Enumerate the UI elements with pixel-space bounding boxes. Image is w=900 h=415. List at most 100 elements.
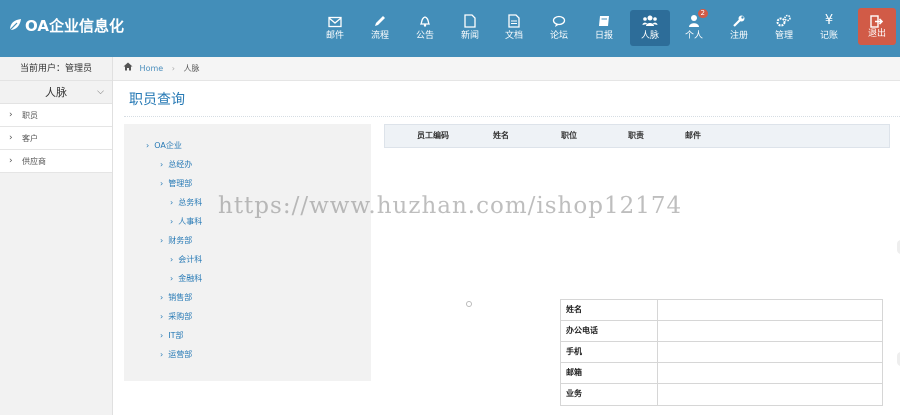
wrench-icon: [719, 10, 759, 30]
chevron-right-icon: ›: [9, 133, 13, 143]
tree-node[interactable]: › OA企业: [146, 140, 182, 151]
nav-admin-label: 管理: [774, 31, 793, 41]
chevron-right-icon: ›: [160, 350, 164, 359]
detail-label: 业务: [561, 384, 658, 405]
brand-title: OA企业信息化: [25, 16, 124, 35]
table-row: 手机: [561, 342, 882, 363]
tree-node[interactable]: › 会计科: [170, 254, 202, 265]
tree-node[interactable]: › 管理部: [160, 178, 192, 189]
tree-node[interactable]: › 总经办: [160, 159, 192, 170]
chevron-right-icon: ›: [160, 293, 164, 302]
brand[interactable]: OA企业信息化: [8, 13, 124, 37]
bell-icon: [405, 10, 445, 30]
detail-label: 办公电话: [561, 321, 658, 341]
nav-register[interactable]: 注册: [719, 10, 759, 46]
breadcrumb: Home › 人脉: [113, 57, 900, 81]
chevron-down-icon: ⌵: [97, 87, 104, 97]
file-icon: [494, 10, 534, 30]
chevron-right-icon: ›: [170, 217, 174, 226]
org-tree: › OA企业 › 总经办 › 管理部 › 总务科 › 人事科 › 财务部 › 会计科 › 金融科…: [124, 124, 371, 381]
book-icon: [584, 10, 624, 30]
nav-personal-label: 个人: [684, 31, 703, 41]
chevron-right-icon: ›: [160, 160, 164, 169]
sidebar-section-contacts[interactable]: 人脉 ⌵: [0, 81, 112, 104]
nav-personal[interactable]: 2 个人: [674, 9, 714, 46]
employee-table-header: 员工编码 姓名 职位 职责 邮件: [384, 124, 890, 148]
tree-node[interactable]: › 人事科: [170, 216, 202, 227]
sidebar-item-staff[interactable]: › 职员: [0, 104, 112, 127]
chevron-right-icon: ›: [170, 255, 174, 264]
tree-node-label: 总务科: [178, 198, 203, 207]
table-row: 姓名: [561, 300, 882, 321]
nav-notice[interactable]: 公告: [405, 10, 445, 46]
detail-label: 手机: [561, 342, 658, 362]
home-icon: [123, 62, 133, 73]
nav-docs-label: 文档: [504, 31, 523, 41]
leaf-icon: [9, 19, 21, 31]
chevron-right-icon: ›: [160, 331, 164, 340]
page-title: 职员查询: [129, 92, 185, 108]
sidebar-item-customers[interactable]: › 客户: [0, 127, 112, 150]
nav-news[interactable]: 新闻: [450, 10, 490, 46]
loading-indicator: [466, 301, 472, 307]
detail-value: [658, 342, 882, 362]
breadcrumb-separator: ›: [171, 64, 175, 73]
column-header[interactable]: 姓名: [493, 125, 509, 147]
chevron-right-icon: ›: [146, 141, 150, 150]
pencil-icon: [360, 10, 400, 30]
column-header[interactable]: 员工编码: [417, 125, 449, 147]
current-user: 当前用户：管理员: [0, 57, 112, 81]
nav-contacts[interactable]: 人脉: [630, 10, 670, 46]
detail-value: [658, 321, 882, 341]
watermark: https://www.huzhan.com/ishop12174: [218, 193, 683, 219]
detail-label: 姓名: [561, 300, 658, 320]
detail-label: 邮箱: [561, 363, 658, 383]
tree-node[interactable]: › 运营部: [160, 349, 192, 360]
tree-node[interactable]: › 采购部: [160, 311, 192, 322]
nav-accounting[interactable]: ¥ 记账: [809, 10, 849, 46]
tree-node-label: 金融科: [178, 274, 203, 283]
sidebar: 当前用户：管理员 人脉 ⌵ › 职员 › 客户 › 供应商: [0, 57, 113, 415]
table-row: 业务: [561, 384, 882, 405]
tree-node-label: OA企业: [154, 141, 182, 150]
divider: [124, 116, 900, 117]
group-icon: [630, 10, 670, 30]
table-row: 办公电话: [561, 321, 882, 342]
logout-button[interactable]: 退出: [858, 8, 896, 45]
tree-node[interactable]: › 销售部: [160, 292, 192, 303]
nav-docs[interactable]: 文档: [494, 10, 534, 46]
logout-icon: [858, 8, 896, 28]
nav-daily[interactable]: 日报: [584, 10, 624, 46]
document-icon: [450, 10, 490, 30]
detail-value: [658, 384, 882, 405]
nav-forum[interactable]: 论坛: [539, 10, 579, 46]
tree-node[interactable]: › 总务科: [170, 197, 202, 208]
nav-mail[interactable]: 邮件: [315, 10, 355, 46]
employee-detail-table: 姓名 办公电话 手机 邮箱 业务: [560, 299, 883, 406]
tree-node-label: 销售部: [168, 293, 193, 302]
nav-contacts-label: 人脉: [640, 31, 659, 41]
nav-mail-label: 邮件: [325, 31, 344, 41]
column-header[interactable]: 职责: [628, 125, 644, 147]
sidebar-item-label: 供应商: [22, 157, 46, 166]
nav-admin[interactable]: 管理: [764, 10, 804, 46]
sidebar-item-label: 客户: [22, 134, 38, 143]
nav-workflow[interactable]: 流程: [360, 10, 400, 46]
tree-node[interactable]: › 金融科: [170, 273, 202, 284]
column-header[interactable]: 职位: [561, 125, 577, 147]
chevron-right-icon: ›: [170, 198, 174, 207]
sidebar-item-suppliers[interactable]: › 供应商: [0, 150, 112, 173]
detail-value: [658, 300, 882, 320]
tree-node[interactable]: › 财务部: [160, 235, 192, 246]
cogs-icon: [764, 10, 804, 30]
nav-forum-label: 论坛: [549, 31, 568, 41]
tree-node-label: 总经办: [168, 160, 193, 169]
chat-icon: [539, 10, 579, 30]
nav-daily-label: 日报: [594, 31, 613, 41]
tree-node-label: 人事科: [178, 217, 203, 226]
tree-node[interactable]: › IT部: [160, 330, 183, 341]
notification-badge: 2: [697, 9, 708, 18]
sidebar-item-label: 职员: [22, 111, 38, 120]
breadcrumb-home[interactable]: Home: [140, 64, 164, 73]
column-header[interactable]: 邮件: [685, 125, 701, 147]
